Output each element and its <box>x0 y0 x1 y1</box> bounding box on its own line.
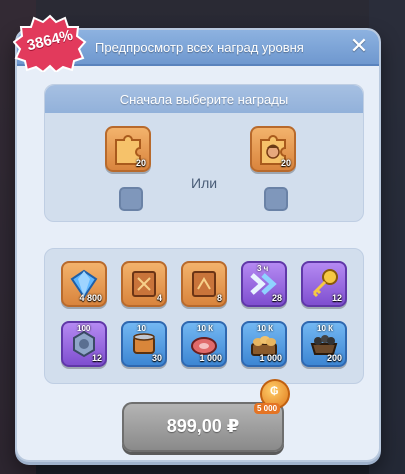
reward-canned-food[interactable]: 10 30 <box>121 321 167 367</box>
reward-gear[interactable]: 100 12 <box>61 321 107 367</box>
choice-option-1[interactable]: 20 <box>105 126 151 172</box>
coin-bonus-amount: 5 000 <box>254 403 281 414</box>
reward-gear-top: 100 <box>77 324 91 333</box>
reward-speedup-qty: 28 <box>271 293 282 303</box>
reward-book-2[interactable]: 8 <box>181 261 227 307</box>
reward-bread-top: 10 К <box>257 324 274 333</box>
rewards-preview-dialog: Предпросмотр всех наград уровня ✕ Сначал… <box>15 28 381 462</box>
reward-bread-qty: 1 000 <box>259 353 282 363</box>
reward-speedup[interactable]: 3 ч 28 <box>241 261 287 307</box>
reward-diamonds-qty: 4 800 <box>79 293 102 303</box>
or-label: Или <box>191 175 218 191</box>
reward-canned-food-qty: 30 <box>151 353 162 363</box>
reward-key-qty: 12 <box>331 293 342 303</box>
choice-header: Сначала выберите награды <box>45 85 363 113</box>
reward-gear-qty: 12 <box>91 353 102 363</box>
choice-option-2-qty: 20 <box>280 158 291 168</box>
choice-subtitle: Сначала выберите награды <box>119 92 289 107</box>
reward-key[interactable]: 12 <box>301 261 347 307</box>
choice-option-1-qty: 20 <box>135 158 146 168</box>
coin-bonus-badge: ₲ 5 000 <box>254 379 290 417</box>
reward-coal-qty: 200 <box>326 353 342 363</box>
reward-book-1-qty: 4 <box>156 293 162 303</box>
reward-book-1[interactable]: 4 <box>121 261 167 307</box>
dialog-title: Предпросмотр всех наград уровня <box>95 40 304 55</box>
reward-canned-food-top: 10 <box>137 324 146 333</box>
reward-book-2-qty: 8 <box>216 293 222 303</box>
reward-speedup-top: 3 ч <box>257 264 269 273</box>
choice-option-2[interactable]: 20 <box>250 126 296 172</box>
reward-meat-qty: 1 000 <box>199 353 222 363</box>
reward-coal-top: 10 К <box>317 324 334 333</box>
choice-option-1-checkbox[interactable] <box>119 187 143 211</box>
reward-coal[interactable]: 10 К 200 <box>301 321 347 367</box>
discount-badge: 3864% <box>13 14 87 72</box>
reward-meat[interactable]: 10 К 1 000 <box>181 321 227 367</box>
choice-section: Сначала выберите награды 20 Или 20 <box>44 84 364 222</box>
reward-meat-top: 10 К <box>197 324 214 333</box>
choice-option-2-checkbox[interactable] <box>264 187 288 211</box>
reward-bread[interactable]: 10 К 1 000 <box>241 321 287 367</box>
rewards-section: 4 800 4 8 3 ч 28 12 100 12 10 30 10 К 1 … <box>44 248 364 384</box>
reward-diamonds[interactable]: 4 800 <box>61 261 107 307</box>
close-icon[interactable]: ✕ <box>347 35 371 59</box>
coin-symbol: ₲ <box>270 385 279 397</box>
